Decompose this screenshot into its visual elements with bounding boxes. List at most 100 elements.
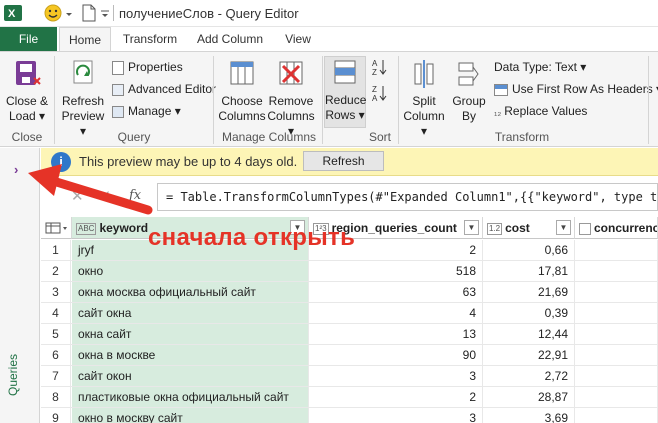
use-first-row-headers-button[interactable]: Use First Row As Headers ▾ [494,80,658,98]
group-by-button[interactable]: Group By [450,58,488,124]
table-row[interactable]: 8 пластиковые окна официальный сайт 2 28,87 [41,387,658,408]
close-load-icon [16,61,41,85]
row-number[interactable]: 8 [41,387,71,407]
sort-descending-button[interactable]: ZA [372,84,388,103]
cell-keyword[interactable]: пластиковые окна официальный сайт [72,387,309,407]
tab-add-column[interactable]: Add Column [192,27,268,51]
refresh-label-1: Refresh [61,94,105,108]
close-load-button[interactable]: Close & Load ▾ [4,58,50,124]
cell-keyword[interactable]: окно в москву сайт [72,408,309,423]
group-label-2: By [461,109,476,123]
table-row[interactable]: 2 окно 518 17,81 [41,261,658,282]
cell-region-queries-count[interactable]: 4 [309,303,483,323]
customize-qat-icon[interactable] [99,4,111,22]
close-load-label-1: Close & [5,94,49,108]
cell-concurrency[interactable] [575,282,658,302]
row-number[interactable]: 7 [41,366,71,386]
cell-keyword[interactable]: сайт окон [72,366,309,386]
sort-descending-icon: ZA [372,85,387,103]
filter-dropdown-icon[interactable]: ▼ [464,220,479,235]
table-row[interactable]: 6 окна в москве 90 22,91 [41,345,658,366]
row-number[interactable]: 1 [41,240,71,260]
cell-region-queries-count[interactable]: 3 [309,366,483,386]
svg-text:X: X [8,8,16,20]
cell-cost[interactable]: 0,39 [483,303,575,323]
qat-dropdown-icon[interactable] [64,4,74,22]
refresh-preview-button[interactable]: Refresh Preview ▾ [58,58,108,139]
cell-cost[interactable]: 21,69 [483,282,575,302]
data-type-dropdown[interactable]: Data Type: Text ▾ [494,58,586,76]
svg-text:A: A [372,94,378,102]
cell-region-queries-count[interactable]: 63 [309,282,483,302]
row-number[interactable]: 4 [41,303,71,323]
new-document-icon[interactable] [80,4,98,22]
cell-keyword[interactable]: окна сайт [72,324,309,344]
cell-concurrency[interactable] [575,324,658,344]
cell-cost[interactable]: 2,72 [483,366,575,386]
row-number[interactable]: 5 [41,324,71,344]
table-menu-header[interactable] [41,217,72,239]
cell-keyword[interactable]: сайт окна [72,303,309,323]
cell-cost[interactable]: 22,91 [483,345,575,365]
tab-view[interactable]: View [278,27,318,51]
decimal-type-icon: 1.2 [487,222,503,235]
manage-button[interactable]: Manage ▾ [112,102,181,120]
ribbon-separator [54,56,55,144]
cell-concurrency[interactable] [575,366,658,386]
cell-concurrency[interactable] [575,261,658,281]
cell-keyword[interactable]: окна москва официальный сайт [72,282,309,302]
group-label-manage-columns: Manage Columns [221,130,317,144]
cell-concurrency[interactable] [575,345,658,365]
cell-region-queries-count[interactable]: 518 [309,261,483,281]
reduce-rows-icon [334,60,356,84]
cell-region-queries-count[interactable]: 90 [309,345,483,365]
table-row[interactable]: 9 окно в москву сайт 3 3,69 [41,408,658,423]
table-row[interactable]: 4 сайт окна 4 0,39 [41,303,658,324]
column-header-cost[interactable]: 1.2 cost ▼ [483,217,575,239]
split-column-button[interactable]: Split Column ▾ [402,58,446,139]
tab-file[interactable]: File [0,27,57,51]
window-title: получениеСлов - Query Editor [119,6,299,21]
table-row[interactable]: 5 окна сайт 13 12,44 [41,324,658,345]
table-row[interactable]: 7 сайт окон 3 2,72 [41,366,658,387]
queries-pane-label[interactable]: Queries [6,354,20,396]
svg-text:Z: Z [372,68,377,76]
tab-home[interactable]: Home [59,27,111,51]
cell-cost[interactable]: 28,87 [483,387,575,407]
cell-concurrency[interactable] [575,240,658,260]
cell-concurrency[interactable] [575,408,658,423]
table-row[interactable]: 3 окна москва официальный сайт 63 21,69 [41,282,658,303]
cell-cost[interactable]: 3,69 [483,408,575,423]
first-row-headers-icon [494,83,508,96]
cell-keyword[interactable]: окно [72,261,309,281]
cell-cost[interactable]: 12,44 [483,324,575,344]
cell-cost[interactable]: 17,81 [483,261,575,281]
cell-concurrency[interactable] [575,303,658,323]
cell-keyword[interactable]: окна в москве [72,345,309,365]
group-label-sort: Sort [368,130,391,144]
tab-transform[interactable]: Transform [116,27,184,51]
filter-dropdown-icon[interactable]: ▼ [556,220,571,235]
cell-region-queries-count[interactable]: 2 [309,387,483,407]
row-number[interactable]: 2 [41,261,71,281]
row-number[interactable]: 6 [41,345,71,365]
remove-columns-button[interactable]: Remove Columns ▾ [266,58,316,139]
column-name: cost [505,221,530,235]
replace-values-button[interactable]: ₁₂ Replace Values [494,102,587,120]
title-separator [113,5,114,21]
reduce-rows-button[interactable]: Reduce Rows ▾ [324,56,366,128]
cell-cost[interactable]: 0,66 [483,240,575,260]
smiley-feedback-icon[interactable] [44,4,62,22]
cell-concurrency[interactable] [575,387,658,407]
info-refresh-button[interactable]: Refresh [303,151,384,171]
column-header-concurrency[interactable]: concurrency [575,217,658,239]
row-number[interactable]: 9 [41,408,71,423]
properties-button[interactable]: Properties [112,58,183,76]
choose-columns-button[interactable]: Choose Columns [218,58,266,124]
formula-input[interactable]: = Table.TransformColumnTypes(#"Expanded … [157,183,658,211]
cell-region-queries-count[interactable]: 3 [309,408,483,423]
sort-ascending-button[interactable]: AZ [372,58,388,77]
row-number[interactable]: 3 [41,282,71,302]
cell-region-queries-count[interactable]: 13 [309,324,483,344]
advanced-editor-button[interactable]: Advanced Editor [112,80,216,98]
